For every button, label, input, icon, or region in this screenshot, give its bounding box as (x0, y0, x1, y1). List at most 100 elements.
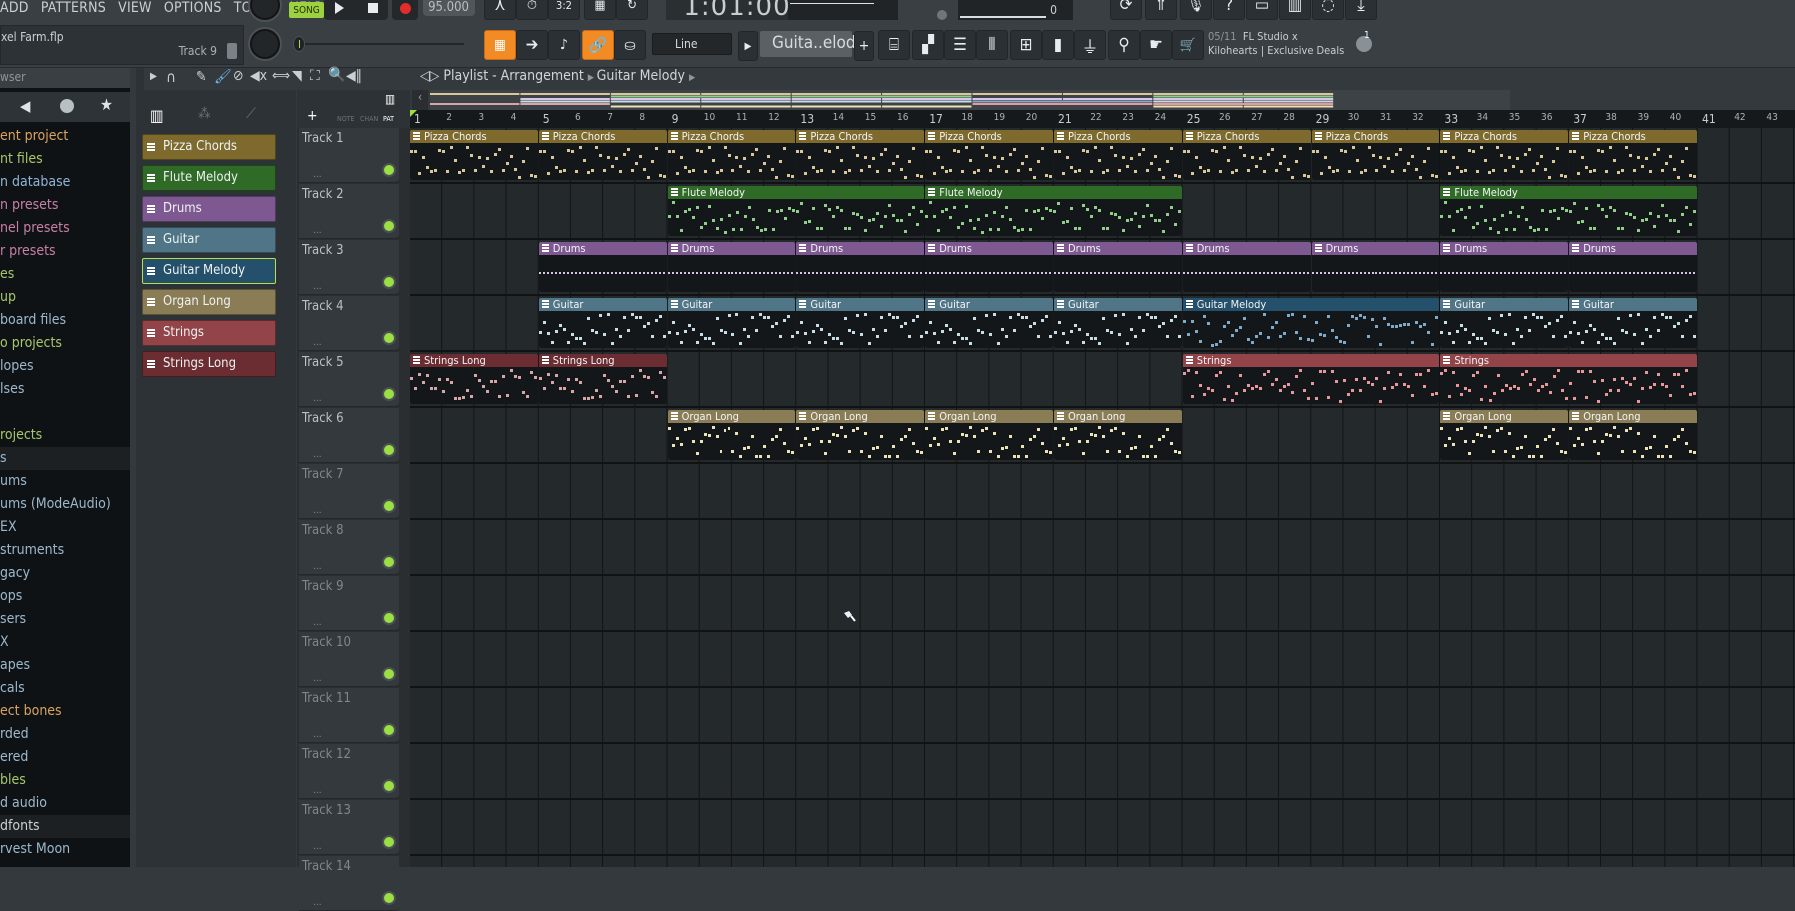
menu-patterns[interactable]: PATTERNS (41, 0, 106, 16)
audio-tab-icon[interactable]: ⁂ (198, 106, 211, 122)
step-edit-button[interactable]: ▦ (584, 0, 616, 20)
track-options-icon[interactable]: ... (313, 897, 322, 908)
track-mute-led[interactable] (384, 333, 394, 343)
browser-item[interactable]: ered (0, 746, 130, 769)
browser-item[interactable]: board files (0, 309, 130, 332)
browser-item[interactable]: r presets (0, 240, 130, 263)
song-mode-button[interactable]: SONG (289, 2, 324, 18)
snap-to-grid-button[interactable]: ⇑ (1145, 0, 1177, 20)
select-icon[interactable]: ⛶ (310, 68, 320, 84)
snap-selector[interactable]: Line (652, 33, 732, 55)
pattern-clip[interactable]: Organ Long (925, 410, 1053, 460)
browser-item[interactable]: EX (0, 516, 130, 539)
loop-record-button[interactable]: ↻ (616, 0, 648, 20)
track-header[interactable]: Track 5... (299, 352, 399, 407)
pattern-item[interactable]: Guitar (142, 227, 276, 253)
pattern-clip[interactable]: Guitar Melody (1182, 298, 1440, 348)
pattern-clip[interactable]: Guitar (796, 298, 925, 348)
pattern-tab-icon[interactable]: ▥ (150, 106, 164, 125)
browser-item[interactable]: ums (ModeAudio) (0, 493, 130, 516)
browser-item[interactable]: sers (0, 608, 130, 631)
microphone-button[interactable]: 🎙 (1180, 0, 1212, 20)
browser-item[interactable]: n database (0, 171, 130, 194)
browser-item[interactable]: rded (0, 723, 130, 746)
add-pattern-button[interactable]: + (854, 31, 874, 61)
touch-keyboard-button[interactable]: ⚲ (1108, 30, 1140, 60)
track-mute-led[interactable] (384, 557, 394, 567)
browser-item[interactable]: ops (0, 585, 130, 608)
track-mute-led[interactable] (384, 445, 394, 455)
pattern-clip[interactable]: Flute Melody (667, 186, 925, 236)
browser-item[interactable]: es (0, 263, 130, 286)
track-options-icon[interactable]: ... (313, 561, 322, 572)
mute-icon[interactable]: ◀x (250, 68, 267, 84)
pattern-clip[interactable]: Pizza Chords (796, 130, 925, 180)
pattern-clip[interactable]: Organ Long (1569, 410, 1697, 460)
globe-icon[interactable] (60, 99, 74, 113)
browser-item[interactable]: struments (0, 539, 130, 562)
song-position-display[interactable]: 1:01:00 (666, 0, 808, 20)
track-options-icon[interactable]: ... (313, 673, 322, 684)
track-mute-led[interactable] (384, 221, 394, 231)
pattern-prev-button[interactable]: ▶ (738, 31, 758, 61)
main-pitch-knob[interactable] (250, 29, 280, 59)
track-header[interactable]: Track 13... (299, 800, 399, 855)
metronome-button[interactable]: ⋏ (484, 0, 516, 20)
track-lane[interactable] (410, 576, 1795, 632)
pattern-clip[interactable]: Guitar (667, 298, 796, 348)
note-filter-tab[interactable]: NOTE (337, 115, 355, 123)
mixer-button[interactable]: ⫴ (976, 30, 1008, 60)
detached-button[interactable]: ♪ (548, 30, 580, 60)
pattern-clip[interactable]: Guitar (925, 298, 1053, 348)
browser-button[interactable]: ⊞ (1010, 30, 1042, 60)
delete-icon[interactable]: ⊘ (233, 68, 244, 84)
pattern-clip[interactable]: Pizza Chords (1440, 130, 1569, 180)
breadcrumb-pattern[interactable]: Guitar Melody (597, 68, 685, 84)
pattern-clip[interactable]: Pizza Chords (1182, 130, 1311, 180)
shop-button[interactable]: 🛒 (1172, 30, 1204, 60)
browser-item[interactable]: ums (0, 470, 130, 493)
pattern-clip[interactable]: Guitar (1440, 298, 1569, 348)
pattern-clip[interactable]: Pizza Chords (1569, 130, 1697, 180)
playlist-button[interactable]: ⌸ (878, 30, 910, 60)
news-panel[interactable]: 05/11 FL Studio x Kilohearts | Exclusive… (1208, 30, 1378, 60)
channel-rack-button[interactable]: ☰ (944, 30, 976, 60)
help-button[interactable]: ? (1213, 0, 1245, 20)
master-pitch-handle[interactable] (293, 36, 305, 52)
save-button[interactable]: ▭ (1246, 0, 1278, 20)
browser-item[interactable]: gacy (0, 562, 130, 585)
pattern-item[interactable]: Pizza Chords (142, 134, 276, 160)
browser-item[interactable]: apes (0, 654, 130, 677)
browser-item[interactable]: nel presets (0, 217, 130, 240)
track-lane[interactable] (410, 632, 1795, 688)
pattern-item[interactable]: Flute Melody (142, 165, 276, 191)
pattern-clip[interactable]: Drums (667, 242, 796, 292)
link-button[interactable]: 🔗 (582, 30, 614, 60)
track-options-icon[interactable]: ... (313, 617, 322, 628)
pattern-selector[interactable]: Guita..elody (760, 31, 865, 57)
track-lane[interactable] (410, 744, 1795, 800)
browser-item[interactable]: lses (0, 378, 130, 401)
browser-item[interactable]: s (0, 447, 130, 470)
pattern-clip[interactable]: Guitar (1054, 298, 1182, 348)
track-options-icon[interactable]: ... (313, 449, 322, 460)
pattern-clip[interactable]: Pizza Chords (1311, 130, 1440, 180)
pattern-item[interactable]: Strings Long (142, 351, 276, 377)
track-header[interactable]: Track 6... (299, 408, 399, 463)
track-lane[interactable] (410, 856, 1795, 867)
pattern-item[interactable]: Strings (142, 320, 276, 346)
pattern-clip[interactable]: Strings (1182, 354, 1440, 404)
track-header[interactable]: Track 14... (299, 856, 399, 911)
track-mute-led[interactable] (384, 165, 394, 175)
browser-item[interactable]: lopes (0, 355, 130, 378)
song-overview[interactable]: ‹ (412, 90, 1510, 110)
browser-item[interactable]: nt files (0, 148, 130, 171)
pattern-clip[interactable]: Strings Long (538, 354, 667, 404)
zoom-icon[interactable]: 🔍 (328, 67, 345, 83)
track-mute-led[interactable] (384, 725, 394, 735)
pattern-clip[interactable]: Organ Long (1054, 410, 1182, 460)
playlist-view-button[interactable]: ▦ (484, 30, 516, 60)
play-icon[interactable] (335, 2, 344, 14)
star-icon[interactable]: ★ (100, 95, 113, 114)
pattern-item[interactable]: Organ Long (142, 289, 276, 315)
